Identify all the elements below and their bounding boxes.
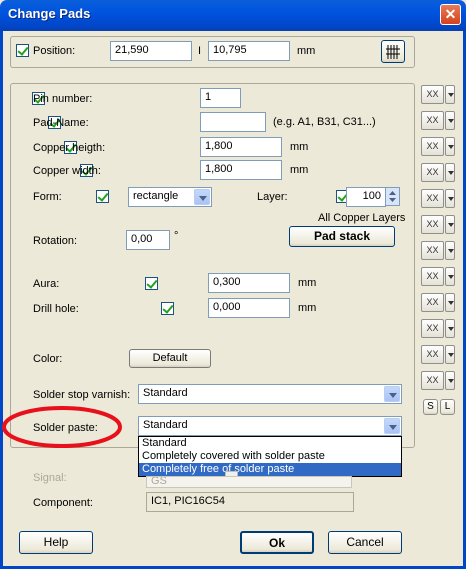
drill-hole-input[interactable]: 0,000 — [208, 298, 290, 318]
position-x-input[interactable]: 21,590 — [110, 41, 192, 61]
drill-hole-unit: mm — [298, 302, 317, 314]
solder-stop-select[interactable]: Standard — [138, 384, 402, 404]
copper-width-label: Copper width: — [33, 165, 101, 177]
copper-width-input[interactable]: 1,800 — [200, 160, 282, 180]
copper-height-unit: mm — [290, 141, 309, 153]
form-label: Form: — [33, 191, 62, 203]
aura-label: Aura: — [33, 278, 60, 290]
form-select-value: rectangle — [133, 190, 179, 202]
layer-caption: All Copper Layers — [318, 212, 406, 224]
solder-paste-value: Standard — [143, 419, 188, 431]
rotation-label: Rotation: — [33, 235, 78, 247]
solder-paste-dropdown[interactable]: Standard Completely covered with solder … — [138, 436, 402, 477]
position-y-input[interactable]: 10,795 — [208, 41, 290, 61]
side-pattern-button[interactable]: XX — [421, 241, 444, 260]
side-pattern-button[interactable]: XX — [421, 267, 444, 286]
signal-select[interactable]: GS — [146, 476, 352, 488]
help-button[interactable]: Help — [19, 531, 93, 554]
pad-name-hint: (e.g. A1, B31, C31...) — [273, 116, 376, 128]
side-pattern-button[interactable]: XX — [421, 215, 444, 234]
grid-icon — [386, 45, 400, 59]
pin-number-label: Pin number: — [33, 93, 93, 105]
dropdown-option[interactable]: Completely covered with solder paste — [139, 450, 401, 463]
side-dropdown-arrow-icon[interactable] — [445, 241, 455, 260]
side-dropdown-arrow-icon[interactable] — [445, 267, 455, 286]
copper-width-unit: mm — [290, 164, 309, 176]
position-unit: mm — [297, 45, 316, 57]
dropdown-option-highlighted[interactable]: Completely free of solder paste — [139, 463, 401, 476]
close-button[interactable]: ✕ — [440, 4, 461, 25]
rotation-unit: ° — [174, 230, 179, 242]
position-label: Position: — [33, 45, 76, 57]
layer-label: Layer: — [257, 191, 288, 203]
layer-spinner[interactable] — [385, 187, 400, 206]
aura-checkbox[interactable] — [144, 277, 158, 290]
side-dropdown-arrow-icon[interactable] — [445, 345, 455, 364]
side-dropdown-arrow-icon[interactable] — [445, 163, 455, 182]
form-checkbox[interactable] — [96, 190, 110, 203]
grid-button[interactable] — [381, 40, 405, 63]
drill-hole-label: Drill hole: — [33, 303, 79, 315]
position-separator: I — [198, 45, 202, 57]
side-pattern-button[interactable]: XX — [421, 371, 444, 390]
ok-button[interactable]: Ok — [240, 531, 314, 554]
position-checkbox[interactable] — [16, 44, 29, 57]
aura-input[interactable]: 0,300 — [208, 273, 290, 293]
layer-input[interactable]: 100 — [346, 187, 386, 207]
aura-unit: mm — [298, 277, 317, 289]
side-pattern-button[interactable]: XX — [421, 293, 444, 312]
side-dropdown-arrow-icon[interactable] — [445, 319, 455, 338]
solder-stop-value: Standard — [143, 387, 188, 399]
side-pattern-button[interactable]: XX — [421, 111, 444, 130]
chevron-down-icon[interactable] — [384, 418, 400, 434]
drill-hole-checkbox[interactable] — [160, 302, 174, 315]
dropdown-option[interactable]: Standard — [139, 437, 401, 450]
component-label: Component: — [33, 497, 93, 509]
side-dropdown-arrow-icon[interactable] — [445, 371, 455, 390]
form-select[interactable]: rectangle — [128, 187, 212, 207]
component-field: IC1, PIC16C54 — [146, 492, 354, 512]
copper-height-label: Copper heigth: — [33, 142, 106, 154]
chevron-down-icon[interactable] — [384, 386, 400, 402]
side-pattern-button[interactable]: XX — [421, 319, 444, 338]
side-pattern-button[interactable]: XX — [421, 85, 444, 104]
side-s-button[interactable]: S — [423, 399, 438, 415]
side-dropdown-arrow-icon[interactable] — [445, 189, 455, 208]
pad-stack-button[interactable]: Pad stack — [289, 226, 395, 247]
signal-label: Signal: — [33, 472, 67, 484]
side-pattern-button[interactable]: XX — [421, 163, 444, 182]
side-pattern-button[interactable]: XX — [421, 137, 444, 156]
pad-name-label: Pad-Name: — [33, 117, 89, 129]
side-dropdown-arrow-icon[interactable] — [445, 293, 455, 312]
signal-value: GS — [151, 476, 167, 487]
side-dropdown-arrow-icon[interactable] — [445, 85, 455, 104]
color-default-button[interactable]: Default — [129, 349, 211, 368]
color-label: Color: — [33, 353, 63, 365]
copper-height-input[interactable]: 1,800 — [200, 137, 282, 157]
side-buttons-column: XX XX XX XX XX XX XX XX XX XX XX XX — [421, 85, 457, 415]
side-l-button[interactable]: L — [440, 399, 455, 415]
solder-stop-label: Solder stop varnish: — [33, 389, 131, 401]
side-pattern-button[interactable]: XX — [421, 189, 444, 208]
side-pattern-button[interactable]: XX — [421, 345, 444, 364]
solder-paste-select[interactable]: Standard — [138, 416, 402, 436]
chevron-down-icon[interactable] — [194, 189, 210, 205]
pad-name-input[interactable] — [200, 112, 266, 132]
side-dropdown-arrow-icon[interactable] — [445, 215, 455, 234]
side-dropdown-arrow-icon[interactable] — [445, 137, 455, 156]
side-dropdown-arrow-icon[interactable] — [445, 111, 455, 130]
annotation-circle — [2, 406, 122, 448]
cancel-button[interactable]: Cancel — [328, 531, 402, 554]
window-title: Change Pads — [8, 6, 91, 21]
pin-number-input[interactable]: 1 — [200, 88, 241, 108]
rotation-input[interactable]: 0,00 — [126, 230, 170, 250]
spin-arrows-icon — [389, 191, 396, 202]
